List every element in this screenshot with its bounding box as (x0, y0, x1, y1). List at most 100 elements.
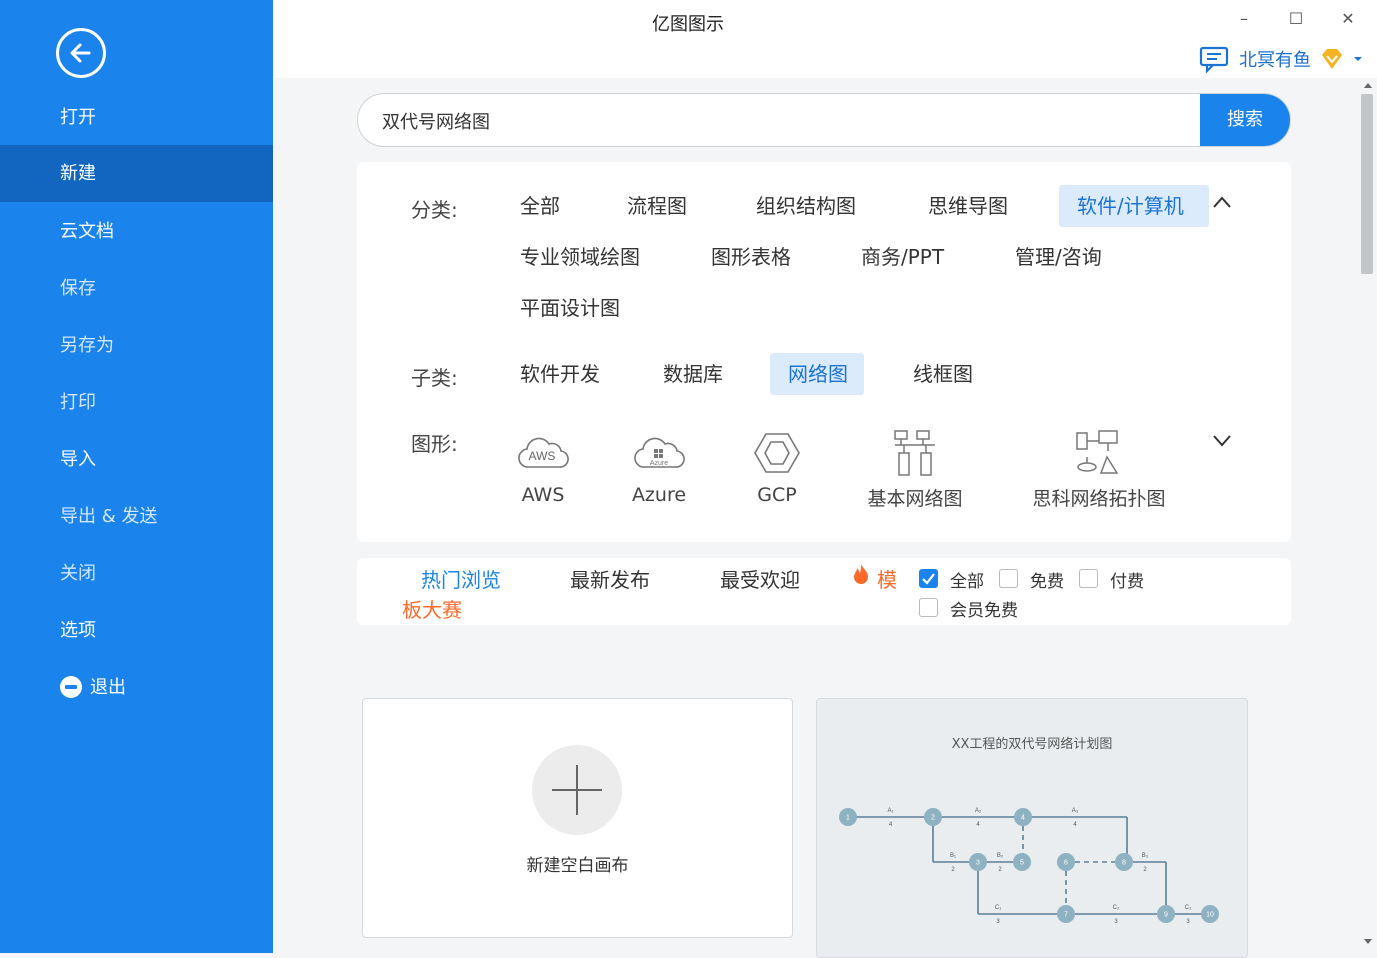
chevron-down-icon[interactable] (1212, 434, 1232, 448)
sidebar-item-import[interactable]: 导入 (0, 431, 273, 488)
subcategory-network[interactable]: 网络图 (770, 353, 864, 395)
sidebar-item-print[interactable]: 打印 (0, 374, 273, 431)
category-mind-map[interactable]: 思维导图 (910, 185, 1026, 227)
sidebar-item-save-as[interactable]: 另存为 (0, 317, 273, 374)
shape-basic-network-label: 基本网络图 (867, 488, 963, 510)
diagram-node-label: 4 (1021, 815, 1025, 822)
vip-diamond-icon (1322, 49, 1342, 69)
close-button[interactable]: ✕ (1332, 6, 1364, 32)
sidebar-item-new[interactable]: 新建 (0, 145, 273, 202)
diagram-node-label: 9 (1164, 912, 1168, 919)
maximize-button[interactable]: ☐ (1280, 6, 1312, 32)
search-button[interactable]: 搜索 (1200, 94, 1290, 146)
tab-contest-cont[interactable]: 板大赛 (402, 594, 462, 623)
fire-icon (854, 564, 868, 584)
diagram-arrow-label: C₃ (1185, 905, 1192, 911)
category-all[interactable]: 全部 (502, 185, 578, 227)
filter-panel: 分类: 全部 流程图 组织结构图 思维导图 软件/计算机 专业领域绘图 图形表格… (357, 162, 1291, 542)
scroll-up-icon[interactable] (1363, 82, 1373, 89)
tab-popular[interactable]: 最受欢迎 (720, 564, 800, 593)
shape-aws[interactable]: AWS AWS (515, 428, 571, 506)
diagram-node-label: 2 (931, 815, 935, 822)
subcategory-wireframe[interactable]: 线框图 (895, 353, 991, 395)
checkbox-free[interactable] (999, 569, 1018, 588)
app-title: 亿图图示 (652, 14, 724, 35)
shape-basic-network[interactable]: 基本网络图 (865, 428, 965, 511)
diagram-duration-label: 2 (1143, 867, 1147, 873)
minimize-button[interactable]: – (1228, 6, 1260, 32)
chat-icon (1199, 46, 1229, 73)
tab-hot[interactable]: 热门浏览 (421, 564, 501, 593)
diagram-duration-label: 2 (951, 867, 955, 873)
new-blank-canvas-label: 新建空白画布 (526, 856, 629, 876)
diagram-node-label: 8 (1122, 860, 1126, 867)
sidebar-item-open[interactable]: 打开 (0, 89, 273, 146)
checkbox-member-free[interactable] (919, 598, 938, 617)
diagram-duration-label: 4 (889, 822, 893, 828)
sidebar-item-exit[interactable]: 退出 (0, 659, 273, 716)
category-flowchart[interactable]: 流程图 (609, 185, 705, 227)
shape-aws-label: AWS (521, 484, 565, 506)
network-plan-diagram: A₁ 4 A₂ 4 A₃ 4 B₁ 2 B₂ 2 B₃ 2 C₁ 3 C₂ 3 C₃ 3 1 2 3 4 5 6 7 8 9 10 (839, 808, 1219, 925)
scroll-thumb[interactable] (1361, 94, 1373, 274)
checkbox-all-label: 全部 (950, 572, 984, 592)
category-software-computer[interactable]: 软件/计算机 (1059, 185, 1209, 227)
title-bar: 亿图图示 – ☐ ✕ 北冥有鱼 (273, 0, 1377, 78)
arrow-left-icon (70, 43, 91, 63)
user-name[interactable]: 北冥有鱼 (1239, 46, 1311, 72)
diagram-arrow-label: A₁ (887, 808, 893, 814)
search-input[interactable] (380, 94, 1184, 146)
diagram-node-label: 6 (1064, 860, 1068, 867)
back-button[interactable] (56, 28, 106, 78)
shape-azure[interactable]: Azure Azure (629, 428, 689, 506)
diagram-duration-label: 3 (996, 919, 1000, 925)
diagram-duration-label: 3 (1186, 919, 1190, 925)
template-card[interactable]: XX工程的双代号网络计划图 A₁ 4 A₂ 4 A₃ 4 B₁ 2 B₂ 2 B₃ 2 C₁ 3 C₂ 3 C₃… (816, 698, 1248, 958)
category-professional[interactable]: 专业领域绘图 (502, 236, 658, 278)
chevron-up-icon[interactable] (1212, 195, 1232, 209)
category-graphic-table[interactable]: 图形表格 (693, 236, 809, 278)
shape-label: 图形: (411, 432, 458, 456)
sidebar-item-export-send[interactable]: 导出 & 发送 (0, 488, 273, 545)
diagram-arrow-label: B₃ (1142, 853, 1149, 859)
diagram-arrow-label: A₃ (1072, 808, 1079, 814)
sidebar-item-close[interactable]: 关闭 (0, 545, 273, 602)
search-bar: 搜索 (357, 93, 1291, 147)
gcp-hexagon-icon (754, 433, 800, 473)
sidebar: 打开 新建 云文档 保存 另存为 打印 导入 导出 & 发送 关闭 选项 退出 (0, 0, 273, 953)
scroll-down-icon[interactable] (1363, 938, 1373, 945)
svg-text:AWS: AWS (529, 449, 556, 463)
category-management[interactable]: 管理/咨询 (997, 236, 1120, 278)
checkbox-paid[interactable] (1079, 569, 1098, 588)
subcategory-database[interactable]: 数据库 (645, 353, 741, 395)
tab-contest[interactable]: 模 (877, 564, 897, 593)
subcategory-software-dev[interactable]: 软件开发 (502, 353, 618, 395)
sidebar-item-save[interactable]: 保存 (0, 260, 273, 317)
plus-icon (532, 745, 622, 835)
category-graphic-design[interactable]: 平面设计图 (502, 287, 638, 329)
sidebar-item-options[interactable]: 选项 (0, 602, 273, 659)
diagram-arrow-label: C₂ (1113, 905, 1120, 911)
subcategory-label: 子类: (411, 366, 458, 390)
tab-latest[interactable]: 最新发布 (570, 564, 650, 593)
check-icon (922, 573, 935, 585)
checkbox-paid-label: 付费 (1110, 572, 1144, 592)
category-org-chart[interactable]: 组织结构图 (738, 185, 874, 227)
diagram-duration-label: 3 (1114, 919, 1118, 925)
svg-text:Azure: Azure (650, 460, 668, 467)
new-blank-canvas-card[interactable]: 新建空白画布 (362, 698, 793, 938)
cisco-topology-icon (1076, 430, 1119, 474)
diagram-node-label: 3 (976, 860, 980, 867)
shape-gcp[interactable]: GCP (750, 428, 804, 506)
shape-cisco-topology-label: 思科网络拓扑图 (1032, 488, 1166, 510)
network-diagram-icon (894, 430, 935, 476)
category-business-ppt[interactable]: 商务/PPT (843, 236, 962, 278)
scrollbar[interactable] (1359, 78, 1377, 953)
checkbox-all[interactable] (919, 569, 938, 588)
diagram-node-label: 1 (846, 815, 850, 822)
shape-cisco-topology[interactable]: 思科网络拓扑图 (1029, 428, 1169, 511)
user-menu[interactable]: 北冥有鱼 (1199, 44, 1363, 74)
sidebar-item-cloud-docs[interactable]: 云文档 (0, 203, 273, 260)
aws-cloud-icon: AWS (518, 437, 569, 468)
diagram-node-label: 7 (1064, 912, 1068, 919)
